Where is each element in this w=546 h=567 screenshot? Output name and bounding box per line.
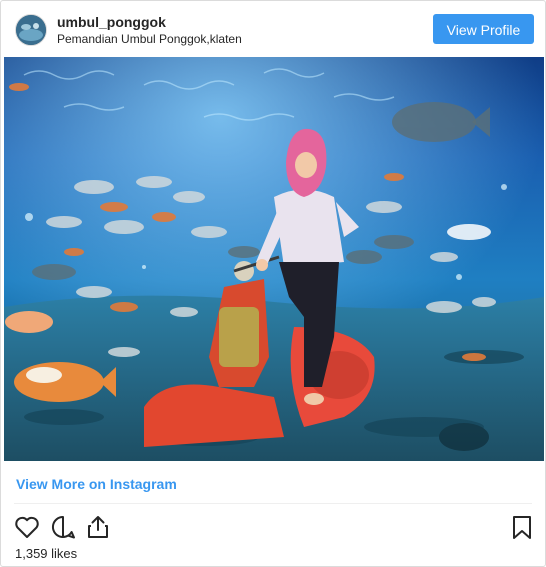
view-more-on-instagram-link[interactable]: View More on Instagram [16,476,177,492]
avatar[interactable] [15,14,47,46]
action-bar [1,509,545,543]
instagram-embed-card: umbul_ponggok Pemandian Umbul Ponggok,kl… [0,0,546,567]
post-photo[interactable] [4,57,544,461]
divider [14,503,532,504]
bookmark-icon[interactable] [508,513,536,541]
heart-icon[interactable] [13,513,41,541]
username[interactable]: umbul_ponggok [57,14,166,30]
avatar-image [16,15,46,45]
underwater-photo [4,57,544,461]
location-label[interactable]: Pemandian Umbul Ponggok,klaten [57,32,242,46]
share-icon[interactable] [84,513,112,541]
like-count[interactable]: 1,359 likes [15,546,77,561]
post-header: umbul_ponggok Pemandian Umbul Ponggok,kl… [1,1,545,57]
comment-icon[interactable] [49,513,77,541]
view-profile-button[interactable]: View Profile [433,14,534,44]
